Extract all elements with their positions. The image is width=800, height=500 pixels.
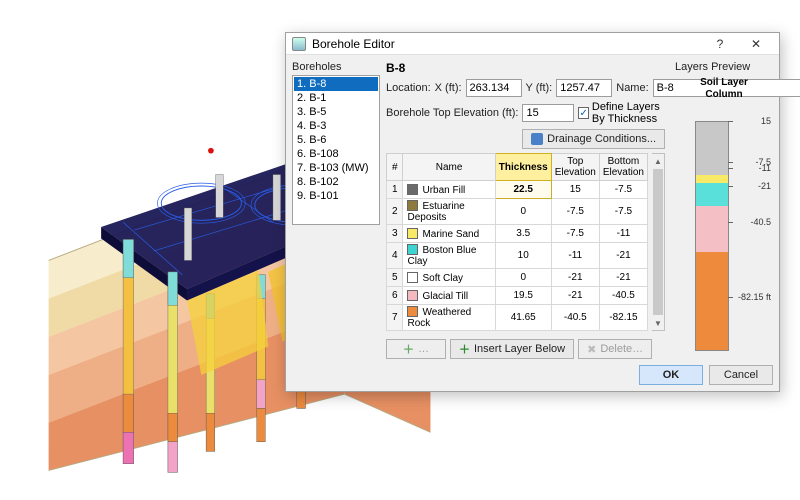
insert-above-button[interactable]: ＋ … <box>386 339 446 359</box>
checkbox-icon: ✓ <box>578 107 588 119</box>
list-item[interactable]: 9. B-101 <box>294 189 378 203</box>
x-label: X (ft): <box>435 82 462 94</box>
table-row[interactable]: 2Estuarine Deposits0-7.5-7.5 <box>387 199 648 225</box>
ok-label: OK <box>663 369 680 381</box>
location-label: Location: <box>386 82 431 94</box>
dialog-title: Borehole Editor <box>312 37 395 51</box>
y-label: Y (ft): <box>526 82 553 94</box>
list-item[interactable]: 3. B-5 <box>294 105 378 119</box>
scroll-up-icon[interactable]: ▲ <box>654 154 662 168</box>
preview-tick: 15 <box>761 116 771 126</box>
name-label: Name: <box>616 82 648 94</box>
column-layer <box>696 175 728 183</box>
drainage-conditions-button[interactable]: Drainage Conditions... <box>522 129 665 149</box>
scroll-thumb[interactable] <box>653 169 663 315</box>
column-layer <box>696 183 728 206</box>
boreholes-list[interactable]: 1. B-82. B-13. B-54. B-35. B-66. B-1087.… <box>292 75 380 225</box>
layers-table[interactable]: # Name Thickness Top Elevation Bottom El… <box>386 153 648 331</box>
preview-tick: -11 <box>759 163 771 173</box>
insert-below-button[interactable]: ＋ Insert Layer Below <box>450 339 574 359</box>
soil-column-preview: 15-7.5-11-21-40.5-82.15 ft <box>675 101 773 359</box>
preview-tick: -40.5 <box>750 217 771 227</box>
list-item[interactable]: 8. B-102 <box>294 175 378 189</box>
th-name[interactable]: Name <box>403 154 495 181</box>
table-row[interactable]: 1Urban Fill22.515-7.5 <box>387 181 648 199</box>
dialog-icon <box>292 37 306 51</box>
dialog-titlebar[interactable]: Borehole Editor ? ✕ <box>286 33 779 55</box>
drainage-btn-label: Drainage Conditions... <box>547 133 656 145</box>
list-item[interactable]: 4. B-3 <box>294 119 378 133</box>
list-item[interactable]: 7. B-103 (MW) <box>294 161 378 175</box>
top-elev-input[interactable] <box>522 104 574 122</box>
x-input[interactable] <box>466 79 522 97</box>
table-row[interactable]: 5Soft Clay0-21-21 <box>387 269 648 287</box>
list-item[interactable]: 2. B-1 <box>294 91 378 105</box>
define-by-thickness-label: Define Layers By Thickness <box>592 101 665 125</box>
list-item[interactable]: 5. B-6 <box>294 133 378 147</box>
delete-layer-button[interactable]: ✖ Delete… <box>578 339 652 359</box>
list-item[interactable]: 1. B-8 <box>294 77 378 91</box>
th-num[interactable]: # <box>387 154 403 181</box>
cancel-button[interactable]: Cancel <box>709 365 773 385</box>
column-title-1: Soil Layer <box>675 77 773 89</box>
column-title-2: Column <box>675 89 773 101</box>
top-elev-label: Borehole Top Elevation (ft): <box>386 107 518 119</box>
column-layer <box>696 206 728 252</box>
preview-label: Layers Preview <box>675 61 773 73</box>
current-borehole-name: B-8 <box>386 61 665 75</box>
cancel-label: Cancel <box>724 369 758 381</box>
x-icon: ✖ <box>587 343 596 356</box>
close-button[interactable]: ✕ <box>739 34 773 54</box>
ok-button[interactable]: OK <box>639 365 703 385</box>
column-layer <box>696 252 728 350</box>
insert-below-label: Insert Layer Below <box>474 343 565 355</box>
table-row[interactable]: 4Boston Blue Clay10-11-21 <box>387 243 648 269</box>
preview-tick: -82.15 ft <box>738 292 771 302</box>
table-row[interactable]: 6Glacial Till19.5-21-40.5 <box>387 287 648 305</box>
define-by-thickness-checkbox[interactable]: ✓ Define Layers By Thickness <box>578 101 665 125</box>
th-bot[interactable]: Bottom Elevation <box>599 154 647 181</box>
preview-tick: -21 <box>758 181 771 191</box>
table-scrollbar[interactable]: ▲ ▼ <box>652 153 665 331</box>
help-button[interactable]: ? <box>703 34 737 54</box>
table-row[interactable]: 3Marine Sand3.5-7.5-11 <box>387 225 648 243</box>
th-thickness[interactable]: Thickness <box>495 154 551 181</box>
list-item[interactable]: 6. B-108 <box>294 147 378 161</box>
y-input[interactable] <box>556 79 612 97</box>
drainage-icon <box>531 133 543 145</box>
plus-icon: ＋ <box>403 341 414 357</box>
insert-above-label: … <box>418 343 429 355</box>
table-row[interactable]: 7Weathered Rock41.65-40.5-82.15 <box>387 305 648 331</box>
plus-icon: ＋ <box>459 341 470 357</box>
scroll-down-icon[interactable]: ▼ <box>654 316 662 330</box>
boreholes-label: Boreholes <box>292 61 380 73</box>
th-top[interactable]: Top Elevation <box>551 154 599 181</box>
column-layer <box>696 122 728 175</box>
delete-label: Delete… <box>600 343 643 355</box>
borehole-editor-dialog: Borehole Editor ? ✕ Boreholes 1. B-82. B… <box>285 32 780 392</box>
